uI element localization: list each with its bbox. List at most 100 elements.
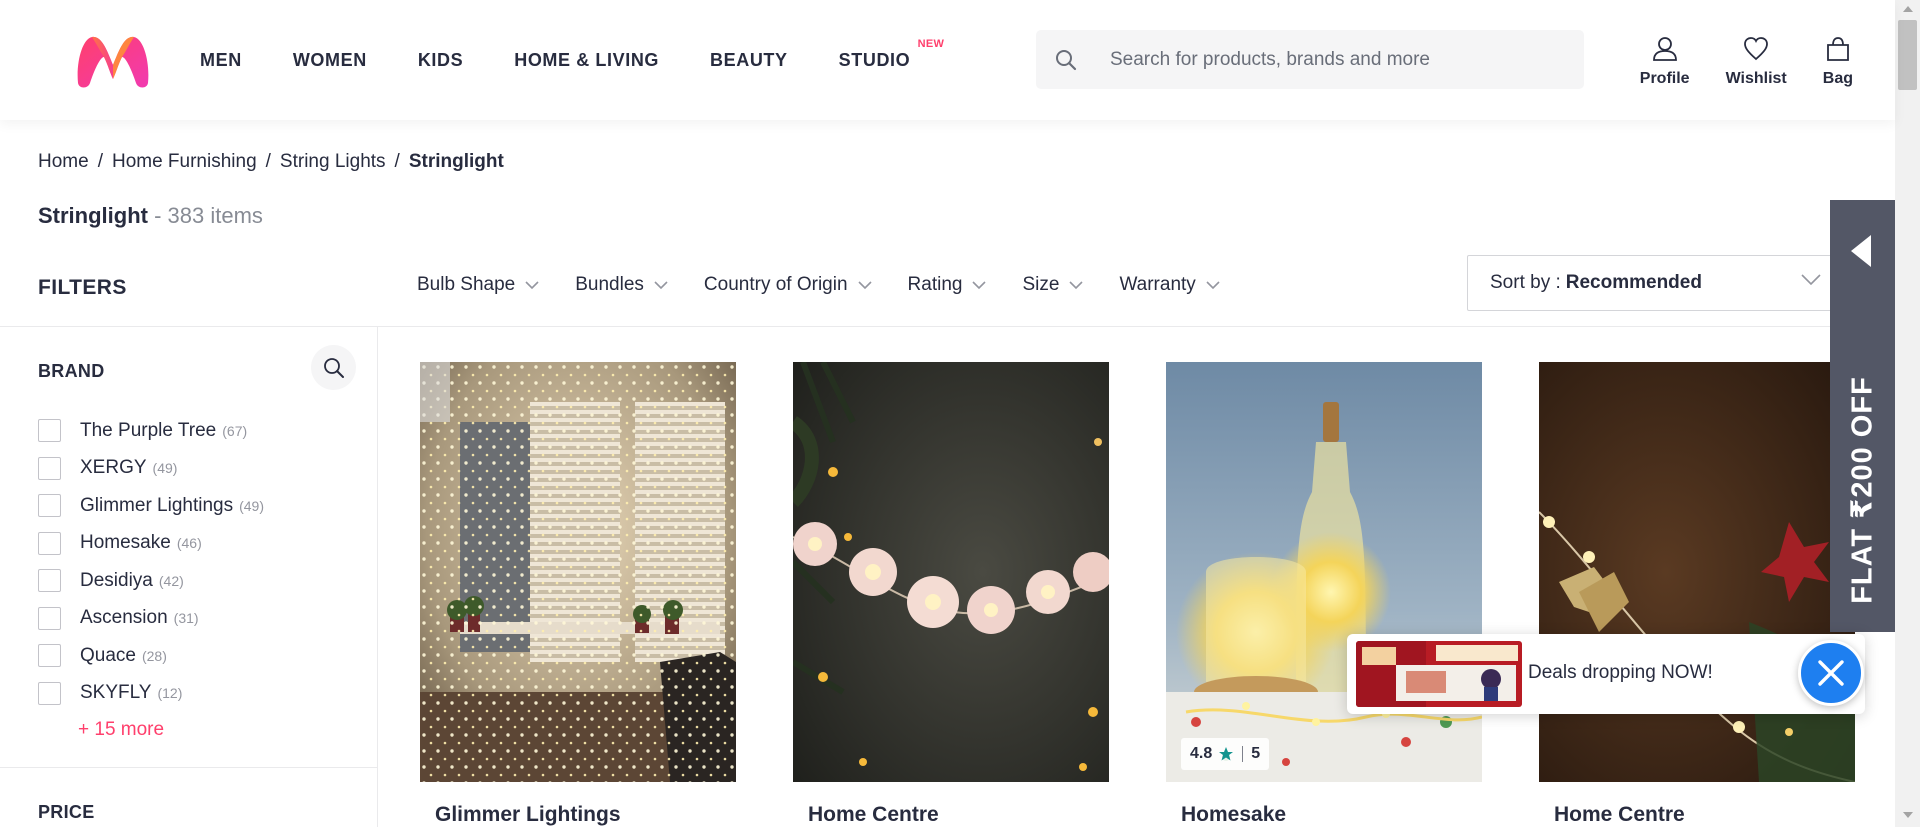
breadcrumb-separator: / (97, 151, 103, 172)
product-image[interactable] (793, 362, 1109, 782)
bag-icon (1826, 37, 1849, 61)
top-header: MEN WOMEN KIDS HOME & LIVING BEAUTY STUD… (0, 0, 1895, 120)
main-nav: MEN WOMEN KIDS HOME & LIVING BEAUTY STUD… (200, 0, 961, 120)
filter-bar: Bulb Shape Bundles Country of Origin Rat… (417, 274, 1256, 296)
checkbox[interactable] (38, 494, 61, 518)
price-filter-heading: PRICE (38, 802, 95, 822)
heart-icon (1744, 37, 1769, 61)
brand-option-ascension[interactable]: Ascension (31) (38, 600, 264, 638)
scroll-up-arrow[interactable] (1903, 6, 1913, 12)
chevron-down-icon (1206, 280, 1220, 289)
checkbox[interactable] (38, 606, 61, 630)
brand-option-glimmer-lightings[interactable]: Glimmer Lightings (49) (38, 487, 264, 525)
brand-filter-heading: BRAND (38, 361, 105, 381)
product-image[interactable] (420, 362, 736, 782)
page-scrollbar[interactable] (1895, 0, 1920, 827)
brand-option-skyfly[interactable]: SKYFLY (12) (38, 675, 264, 713)
search-icon (323, 357, 344, 378)
nav-studio[interactable]: STUDIO NEW (839, 38, 944, 71)
more-brands-link[interactable]: + 15 more (78, 719, 164, 741)
profile-button[interactable]: Profile (1640, 36, 1690, 88)
breadcrumb-separator: / (394, 151, 400, 172)
product-brand[interactable]: Home Centre (1539, 803, 1855, 827)
breadcrumb-home-furnishing[interactable]: Home Furnishing (112, 151, 257, 173)
checkbox[interactable] (38, 681, 61, 705)
sort-label: Sort by : (1490, 272, 1561, 293)
brand-option-desidiya[interactable]: Desidiya (42) (38, 562, 264, 600)
checkbox[interactable] (38, 419, 61, 443)
scrollbar-thumb[interactable] (1898, 20, 1917, 90)
offer-text: FLAT ₹200 OFF (1846, 376, 1879, 604)
wishlist-label: Wishlist (1725, 70, 1787, 87)
divider (0, 326, 1895, 327)
product-brand[interactable]: Home Centre (793, 803, 1109, 827)
brand-search-button[interactable] (311, 345, 356, 390)
product-card[interactable]: Home Centre (1539, 362, 1855, 827)
scroll-down-arrow[interactable] (1903, 812, 1913, 818)
deals-banner-image (1356, 641, 1522, 707)
profile-icon (1652, 37, 1677, 61)
nav-home-living[interactable]: HOME & LIVING (514, 50, 659, 71)
breadcrumb-home[interactable]: Home (38, 151, 89, 173)
divider (0, 767, 377, 768)
brand-list: The Purple Tree (67) XERGY (49) Glimmer Li… (38, 412, 264, 712)
breadcrumb-current: Stringlight (408, 151, 504, 172)
chevron-down-icon (972, 280, 987, 289)
search-input[interactable] (1096, 48, 1556, 71)
product-brand[interactable]: Glimmer Lightings (420, 803, 736, 827)
filter-bulb-shape[interactable]: Bulb Shape (417, 274, 539, 296)
deals-popup[interactable]: Deals dropping NOW! (1347, 634, 1865, 714)
checkbox[interactable] (38, 456, 61, 480)
myntra-logo[interactable] (74, 33, 152, 91)
new-badge: NEW (917, 37, 945, 50)
breadcrumb-string-lights[interactable]: String Lights (280, 151, 386, 173)
divider (377, 326, 378, 827)
product-brand[interactable]: Homesake (1166, 803, 1482, 827)
item-count: - 383 items (154, 203, 263, 228)
filter-country-of-origin[interactable]: Country of Origin (704, 274, 872, 296)
nav-women[interactable]: WOMEN (293, 50, 367, 71)
product-card[interactable]: Home Centre (793, 362, 1109, 827)
product-image[interactable] (1539, 362, 1855, 782)
filter-bundles[interactable]: Bundles (575, 274, 668, 296)
checkbox[interactable] (38, 569, 61, 593)
bag-button[interactable]: Bag (1823, 36, 1853, 88)
brand-option-xergy[interactable]: XERGY (49) (38, 450, 264, 488)
brand-option-the-purple-tree[interactable]: The Purple Tree (67) (38, 412, 264, 450)
brand-option-homesake[interactable]: Homesake (46) (38, 525, 264, 563)
product-card[interactable]: 4.8 5 Homesake (1166, 362, 1482, 827)
brand-option-quace[interactable]: Quace (28) (38, 637, 264, 675)
filter-warranty[interactable]: Warranty (1119, 274, 1220, 296)
chevron-down-icon (654, 280, 668, 289)
page-title: Stringlight - 383 items (38, 203, 263, 229)
profile-label: Profile (1639, 70, 1690, 87)
header-actions: Profile Wishlist Bag (1640, 36, 1895, 88)
rating-value: 4.8 (1190, 745, 1213, 762)
close-deals-button[interactable] (1798, 640, 1864, 706)
deals-text: Deals dropping NOW! (1528, 662, 1713, 683)
checkbox[interactable] (38, 531, 61, 555)
chevron-down-icon (1069, 280, 1084, 289)
filter-size[interactable]: Size (1022, 274, 1084, 296)
breadcrumb-separator: / (265, 151, 271, 172)
product-card[interactable]: Glimmer Lightings (420, 362, 736, 827)
sort-dropdown[interactable]: Sort by : Recommended (1467, 255, 1852, 311)
star-icon (1219, 747, 1234, 761)
rating-separator (1242, 746, 1244, 762)
filters-heading: FILTERS (38, 276, 127, 299)
filter-rating[interactable]: Rating (908, 274, 987, 296)
chevron-down-icon (1801, 274, 1821, 286)
arrow-left-icon (1851, 235, 1871, 267)
wishlist-button[interactable]: Wishlist (1726, 36, 1787, 88)
search-icon[interactable] (1036, 49, 1096, 71)
breadcrumb: Home / Home Furnishing / String Lights /… (38, 151, 504, 173)
close-icon (1818, 660, 1844, 686)
nav-beauty[interactable]: BEAUTY (710, 50, 788, 71)
search-bar (1036, 30, 1584, 89)
product-image[interactable]: 4.8 5 (1166, 362, 1482, 782)
nav-kids[interactable]: KIDS (418, 50, 463, 71)
offer-side-tab[interactable]: FLAT ₹200 OFF (1830, 200, 1895, 632)
nav-men[interactable]: MEN (200, 50, 242, 71)
checkbox[interactable] (38, 644, 61, 668)
chevron-down-icon (857, 280, 872, 289)
